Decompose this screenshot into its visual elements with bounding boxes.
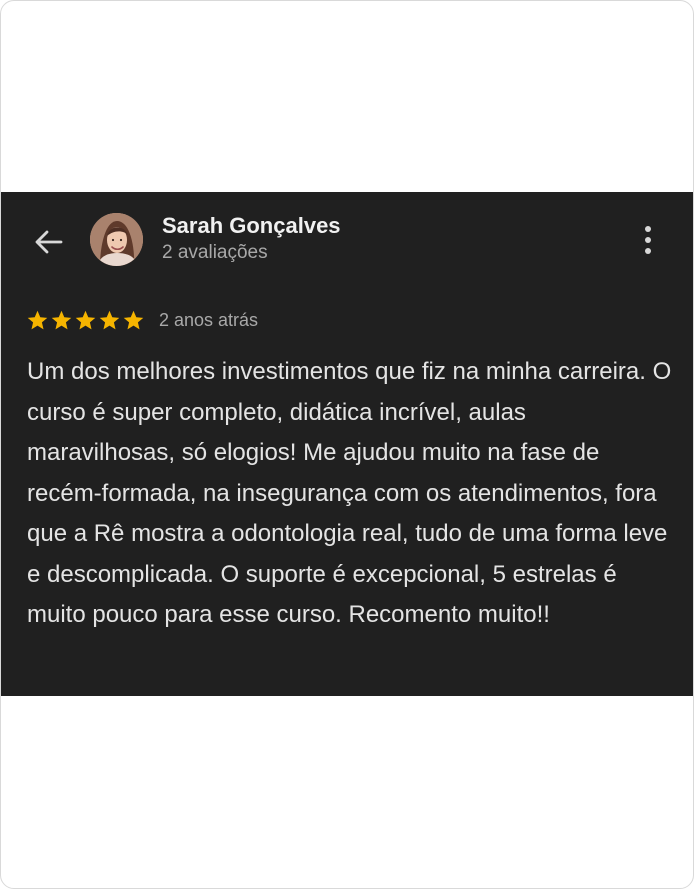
star-icon xyxy=(27,310,48,329)
more-vertical-icon xyxy=(645,226,651,254)
star-icon xyxy=(75,310,96,329)
rating-row: 2 anos atrás xyxy=(26,306,258,334)
reviewer-review-count: 2 avaliações xyxy=(162,242,268,263)
back-button[interactable] xyxy=(30,224,66,260)
star-icon xyxy=(99,310,120,329)
arrow-left-icon xyxy=(35,230,63,254)
reviewer-name[interactable]: Sarah Gonçalves xyxy=(162,212,341,240)
star-icon xyxy=(51,310,72,329)
review-text: Um dos melhores investimentos que fiz na… xyxy=(27,358,672,628)
more-options-button[interactable] xyxy=(632,222,664,258)
reviewer-avatar[interactable] xyxy=(90,213,143,266)
avatar-photo xyxy=(90,213,143,266)
star-rating xyxy=(26,309,145,332)
review-date: 2 anos atrás xyxy=(159,310,259,330)
star-icon xyxy=(123,310,144,329)
